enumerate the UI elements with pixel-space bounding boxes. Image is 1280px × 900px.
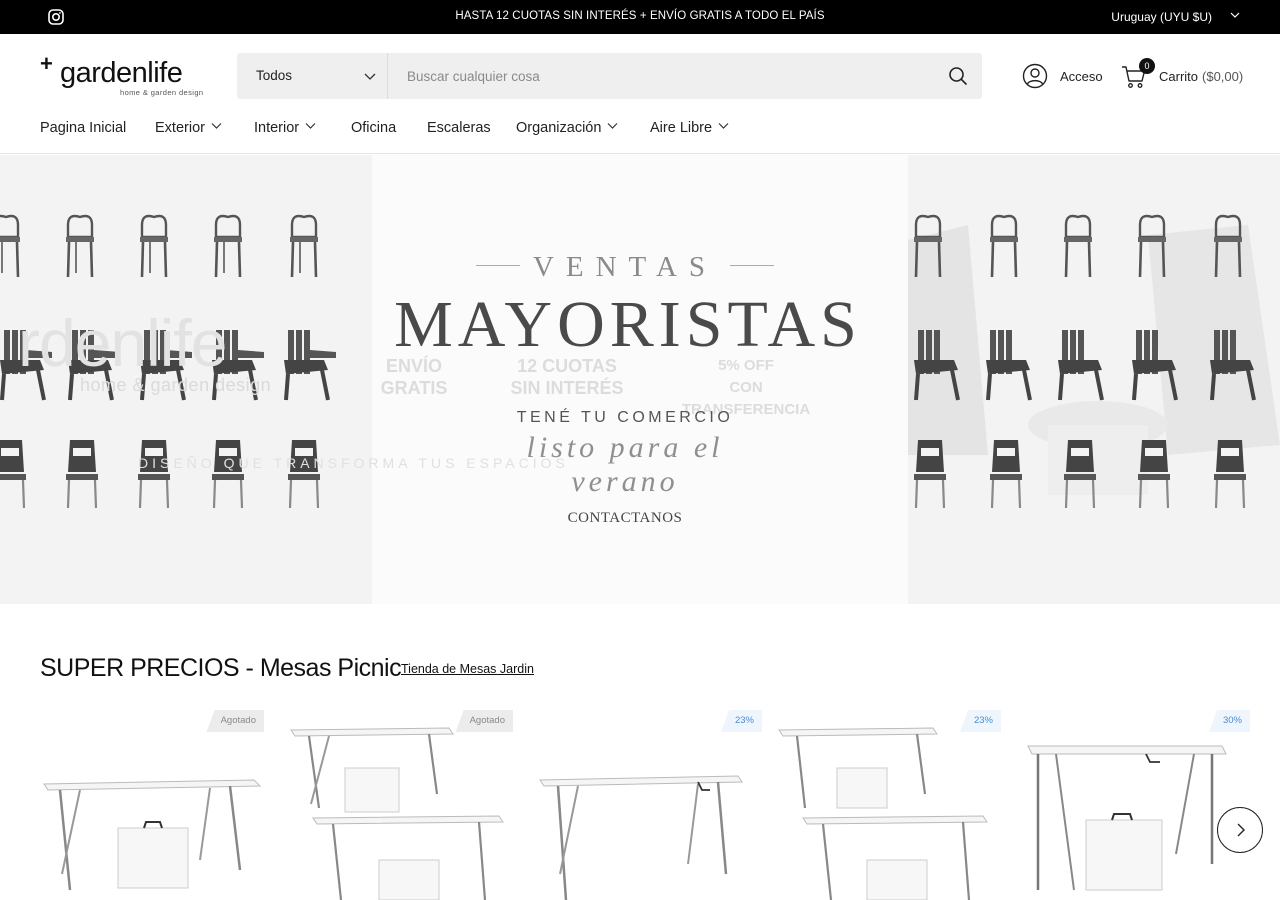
product-image xyxy=(539,775,743,900)
product-card[interactable]: 30% xyxy=(1026,710,1250,900)
cart-count-badge: 0 xyxy=(1139,58,1155,74)
hero-banner[interactable]: rdenlife home & garden design ENVÍO GRAT… xyxy=(0,155,1280,604)
nav-item-label: Organización xyxy=(516,120,602,136)
nav-item-label: Exterior xyxy=(155,120,205,136)
search-category-select[interactable]: Todos xyxy=(237,53,388,99)
nav-item-pagina-inicial[interactable]: Pagina Inicial xyxy=(40,120,126,136)
nav-item-label: Interior xyxy=(254,120,300,136)
product-card[interactable]: 23% xyxy=(777,710,1001,900)
nav-item-interior[interactable]: Interior xyxy=(254,120,316,136)
logo-name: gardenlife xyxy=(60,57,183,89)
hero-ghost-feature: 12 CUOTAS SIN INTERÉS xyxy=(510,356,624,398)
logo-tagline: home & garden design xyxy=(120,88,204,97)
logo-mark: + xyxy=(40,51,53,76)
nav-item-label: Aire Libre xyxy=(650,120,713,136)
product-card[interactable]: 23% xyxy=(538,710,762,900)
country-selector[interactable]: Uruguay (UYU $U) xyxy=(1111,10,1212,24)
section-shop-link[interactable]: Tienda de Mesas Jardin xyxy=(401,662,534,676)
hero-ghost-brand: rdenlife xyxy=(18,306,227,380)
chevron-down-icon xyxy=(718,123,729,129)
hero-ghost-tagline: home & garden design xyxy=(80,375,272,395)
search-bar: Todos xyxy=(237,53,982,99)
discount-badge: 30% xyxy=(1208,710,1250,732)
discount-badge: 23% xyxy=(959,710,1001,732)
nav-item-exterior[interactable]: Exterior xyxy=(155,120,222,136)
nav-item-label: Escaleras xyxy=(427,120,491,136)
discount-badge: 23% xyxy=(720,710,762,732)
main-nav: Pagina Inicial Exterior Interior Oficina… xyxy=(0,108,1280,154)
nav-item-label: Pagina Inicial xyxy=(40,120,127,136)
chevron-down-icon xyxy=(608,123,618,129)
nav-item-oficina[interactable]: Oficina xyxy=(351,120,396,136)
hero-eyebrow: VENTAS xyxy=(532,251,718,283)
cart-total: ($0,00) xyxy=(1202,69,1244,84)
cart-label: Carrito ($0,00) xyxy=(1159,69,1243,84)
account-label: Acceso xyxy=(1060,69,1103,84)
sold-out-badge: Agotado xyxy=(206,710,264,732)
chevron-down-icon xyxy=(211,123,222,129)
hero-script-text: listo para el verano xyxy=(526,431,724,498)
sold-out-badge: Agotado xyxy=(455,710,513,732)
section-title: SUPER PRECIOS - Mesas Picnic xyxy=(40,654,402,682)
nav-item-organizacion[interactable]: Organización xyxy=(516,120,618,136)
search-icon[interactable] xyxy=(948,66,968,86)
product-image xyxy=(778,727,988,900)
nav-item-label: Oficina xyxy=(351,120,397,136)
carousel-next-button[interactable] xyxy=(1217,807,1263,853)
search-input[interactable] xyxy=(389,53,929,99)
logo[interactable]: + gardenlife home & garden design xyxy=(40,51,210,98)
product-card[interactable]: Agotado xyxy=(289,710,513,900)
search-category-label: Todos xyxy=(256,68,293,83)
announcement-text: HASTA 12 CUOTAS SIN INTERÉS + ENVÍO GRAT… xyxy=(455,10,825,22)
chevron-down-icon[interactable] xyxy=(1230,9,1240,21)
nav-item-aire-libre[interactable]: Aire Libre xyxy=(650,120,729,136)
product-image xyxy=(1027,745,1227,891)
product-image xyxy=(290,727,504,900)
product-card[interactable]: Agotado xyxy=(40,710,264,900)
chairs-image-right xyxy=(908,214,1280,510)
hero-subtitle: TENÉ TU COMERCIO xyxy=(516,409,734,426)
chevron-down-icon xyxy=(364,73,376,80)
nav-item-escaleras[interactable]: Escaleras xyxy=(427,120,491,136)
user-icon xyxy=(1022,63,1048,89)
hero-ghost-feature: ENVÍO GRATIS xyxy=(380,356,448,398)
product-carousel: Agotado Agotado 23% 23% 30% xyxy=(40,710,1280,900)
announcement-bar: HASTA 12 CUOTAS SIN INTERÉS + ENVÍO GRAT… xyxy=(0,0,1280,34)
cart-label-text: Carrito xyxy=(1159,69,1199,84)
product-image xyxy=(43,779,262,891)
cart-link[interactable]: 0 Carrito ($0,00) xyxy=(1121,58,1251,92)
chevron-down-icon xyxy=(305,123,316,129)
hero-title: MAYORISTAS xyxy=(394,288,862,361)
chevron-right-icon xyxy=(1237,823,1245,837)
contact-button[interactable]: CONTACTANOS xyxy=(520,510,730,527)
